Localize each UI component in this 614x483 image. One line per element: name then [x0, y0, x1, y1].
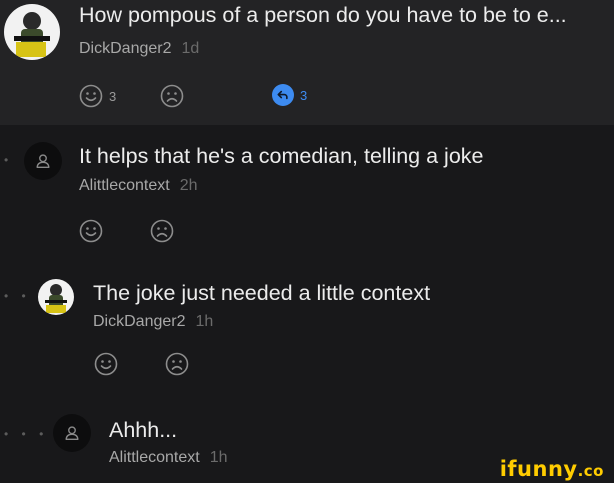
original-post: How pompous of a person do you have to b… — [0, 0, 614, 125]
ifunny-watermark: ifunny.co — [500, 457, 604, 481]
commenter-avatar[interactable] — [53, 414, 91, 452]
post-time: 1d — [181, 40, 200, 57]
comment-meta: Alittlecontext 2h — [79, 177, 198, 195]
watermark-suffix: .co — [577, 462, 604, 480]
thread-depth-indicator: • • — [4, 289, 31, 303]
comment-time: 1h — [209, 449, 228, 466]
user-icon — [36, 154, 50, 168]
post-title[interactable]: How pompous of a person do you have to b… — [79, 3, 567, 28]
comment-text[interactable]: Ahhh... — [109, 418, 177, 443]
comment-meta: Alittlecontext 1h — [109, 449, 228, 467]
comment-meta: DickDanger2 1h — [93, 313, 213, 331]
watermark-main: ifunny — [499, 457, 578, 481]
comment-author[interactable]: Alittlecontext — [79, 177, 170, 194]
user-icon — [65, 426, 79, 440]
commenter-avatar[interactable] — [38, 279, 74, 315]
comment-time: 2h — [179, 177, 198, 194]
smile-count: 3 — [109, 88, 117, 104]
reply-icon[interactable] — [272, 84, 294, 106]
comment-text[interactable]: The joke just needed a little context — [93, 281, 430, 306]
smile-reaction[interactable]: 3 — [79, 84, 116, 108]
thread-depth-indicator: • • • — [4, 427, 49, 441]
replies-button[interactable]: 3 — [272, 84, 307, 106]
comment-author[interactable]: Alittlecontext — [109, 449, 200, 466]
smile-icon[interactable] — [79, 219, 103, 243]
thread-depth-indicator: • — [4, 153, 14, 167]
post-author[interactable]: DickDanger2 — [79, 40, 171, 57]
comment-text[interactable]: It helps that he's a comedian, telling a… — [79, 144, 484, 169]
author-avatar[interactable] — [4, 4, 60, 60]
smile-icon[interactable] — [94, 352, 118, 376]
commenter-avatar[interactable] — [24, 142, 62, 180]
unsmile-icon[interactable] — [160, 84, 184, 108]
comment-time: 1h — [195, 313, 214, 330]
unsmile-icon[interactable] — [150, 219, 174, 243]
smile-icon[interactable] — [79, 84, 103, 108]
post-meta: DickDanger2 1d — [79, 40, 199, 58]
reply-count: 3 — [300, 87, 308, 103]
comment-author[interactable]: DickDanger2 — [93, 313, 185, 330]
unsmile-icon[interactable] — [165, 352, 189, 376]
